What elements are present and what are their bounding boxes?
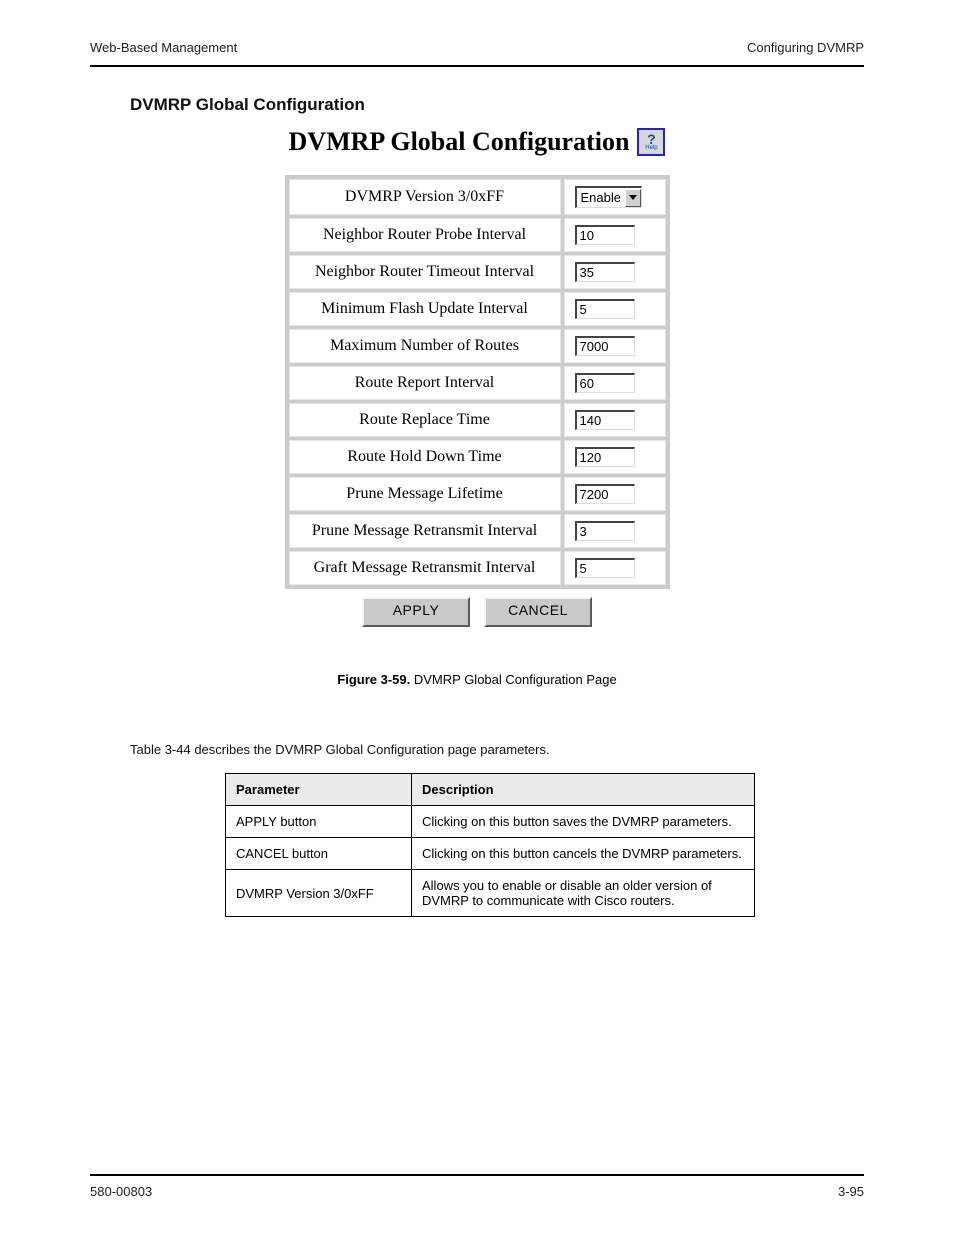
field-label-max-routes: Maximum Number of Routes bbox=[289, 329, 561, 363]
table-row: Route Hold Down Time bbox=[289, 440, 666, 474]
help-icon-label: Help bbox=[645, 145, 657, 151]
table-row: Prune Message Retransmit Interval bbox=[289, 514, 666, 548]
page-title: DVMRP Global Configuration bbox=[289, 127, 630, 157]
graft-retransmit-input[interactable] bbox=[575, 558, 635, 578]
table-row: Neighbor Router Probe Interval bbox=[289, 218, 666, 252]
prune-retransmit-input[interactable] bbox=[575, 521, 635, 541]
help-icon[interactable]: ? Help bbox=[637, 128, 665, 156]
config-table: DVMRP Version 3/0xFF Enable Neighbor Rou… bbox=[285, 175, 670, 589]
help-icon-question: ? bbox=[647, 133, 656, 145]
param-table-header-row: Parameter Description bbox=[226, 774, 755, 806]
field-label-dvmrp-version: DVMRP Version 3/0xFF bbox=[289, 179, 561, 215]
figure-number: Figure 3-59. bbox=[337, 672, 410, 687]
footer-rule bbox=[90, 1174, 864, 1176]
table-row: Maximum Number of Routes bbox=[289, 329, 666, 363]
table-row: APPLY button Clicking on this button sav… bbox=[226, 806, 755, 838]
field-label-neighbor-timeout-interval: Neighbor Router Timeout Interval bbox=[289, 255, 561, 289]
page-footer: 580-00803 3-95 bbox=[0, 1174, 954, 1199]
title-block: DVMRP Global Configuration ? Help bbox=[0, 127, 954, 157]
table-row: DVMRP Version 3/0xFF Enable bbox=[289, 179, 666, 215]
figure-caption: Figure 3-59. DVMRP Global Configuration … bbox=[0, 672, 954, 687]
field-input-cell: Enable bbox=[564, 179, 666, 215]
header-right: Configuring DVMRP bbox=[747, 40, 864, 55]
param-table: Parameter Description APPLY button Click… bbox=[225, 773, 755, 917]
table-row: CANCEL button Clicking on this button ca… bbox=[226, 838, 755, 870]
table-row: Minimum Flash Update Interval bbox=[289, 292, 666, 326]
field-label-min-flash-update: Minimum Flash Update Interval bbox=[289, 292, 561, 326]
prune-lifetime-input[interactable] bbox=[575, 484, 635, 504]
figure-caption-text: DVMRP Global Configuration Page bbox=[414, 672, 617, 687]
header-row: Web-Based Management Configuring DVMRP bbox=[90, 40, 864, 55]
max-routes-input[interactable] bbox=[575, 336, 635, 356]
section-label: DVMRP Global Configuration bbox=[130, 95, 954, 115]
field-label-graft-retransmit: Graft Message Retransmit Interval bbox=[289, 551, 561, 585]
param-table-wrap: Parameter Description APPLY button Click… bbox=[225, 773, 954, 917]
param-header-parameter: Parameter bbox=[226, 774, 412, 806]
neighbor-timeout-interval-input[interactable] bbox=[575, 262, 635, 282]
field-label-neighbor-probe-interval: Neighbor Router Probe Interval bbox=[289, 218, 561, 252]
field-label-route-hold-down: Route Hold Down Time bbox=[289, 440, 561, 474]
min-flash-update-input[interactable] bbox=[575, 299, 635, 319]
table-row: DVMRP Version 3/0xFF Allows you to enabl… bbox=[226, 870, 755, 917]
param-desc: Clicking on this button cancels the DVMR… bbox=[412, 838, 755, 870]
footer-right: 3-95 bbox=[838, 1184, 864, 1199]
table-row: Route Report Interval bbox=[289, 366, 666, 400]
param-desc: Clicking on this button saves the DVMRP … bbox=[412, 806, 755, 838]
footer-left: 580-00803 bbox=[90, 1184, 152, 1199]
select-value: Enable bbox=[581, 190, 625, 205]
field-label-prune-lifetime: Prune Message Lifetime bbox=[289, 477, 561, 511]
param-desc: Allows you to enable or disable an older… bbox=[412, 870, 755, 917]
page-header: Web-Based Management Configuring DVMRP bbox=[0, 0, 954, 55]
table-row: Route Replace Time bbox=[289, 403, 666, 437]
button-row: APPLY CANCEL bbox=[362, 597, 592, 627]
cancel-button[interactable]: CANCEL bbox=[484, 597, 592, 627]
field-label-route-replace-time: Route Replace Time bbox=[289, 403, 561, 437]
route-hold-down-input[interactable] bbox=[575, 447, 635, 467]
description-line: Table 3-44 describes the DVMRP Global Co… bbox=[130, 742, 954, 757]
config-form: DVMRP Version 3/0xFF Enable Neighbor Rou… bbox=[0, 175, 954, 627]
header-rule bbox=[90, 65, 864, 67]
dvmrp-version-select[interactable]: Enable bbox=[575, 186, 642, 208]
field-label-route-report-interval: Route Report Interval bbox=[289, 366, 561, 400]
neighbor-probe-interval-input[interactable] bbox=[575, 225, 635, 245]
table-row: Neighbor Router Timeout Interval bbox=[289, 255, 666, 289]
page-root: Web-Based Management Configuring DVMRP D… bbox=[0, 0, 954, 1235]
route-report-interval-input[interactable] bbox=[575, 373, 635, 393]
param-name: DVMRP Version 3/0xFF bbox=[226, 870, 412, 917]
route-replace-time-input[interactable] bbox=[575, 410, 635, 430]
table-row: Graft Message Retransmit Interval bbox=[289, 551, 666, 585]
apply-button[interactable]: APPLY bbox=[362, 597, 470, 627]
field-label-prune-retransmit: Prune Message Retransmit Interval bbox=[289, 514, 561, 548]
param-name: APPLY button bbox=[226, 806, 412, 838]
table-row: Prune Message Lifetime bbox=[289, 477, 666, 511]
param-header-description: Description bbox=[412, 774, 755, 806]
footer-row: 580-00803 3-95 bbox=[0, 1184, 954, 1199]
param-name: CANCEL button bbox=[226, 838, 412, 870]
chevron-down-icon bbox=[625, 189, 641, 207]
header-left: Web-Based Management bbox=[90, 40, 237, 55]
